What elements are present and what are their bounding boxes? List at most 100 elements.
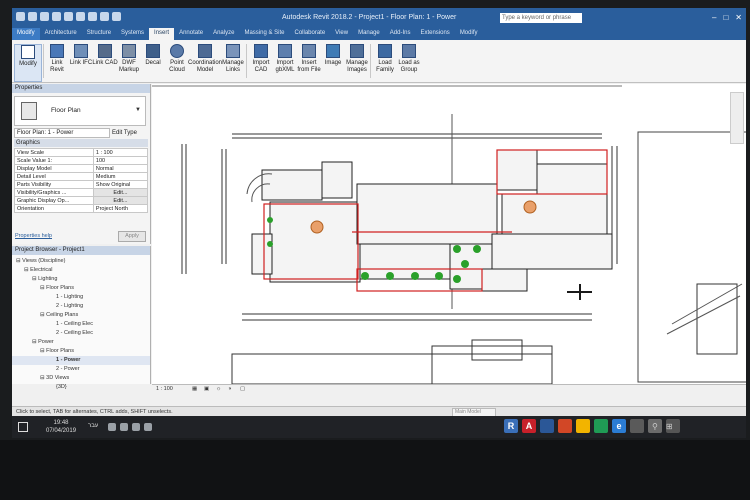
tree-item[interactable]: ⊟ Floor Plans — [12, 347, 150, 356]
tree-item[interactable]: ⊟ Electrical — [12, 266, 150, 275]
import-gbxml-button[interactable]: Import gbXML — [272, 44, 298, 74]
properties-help-link[interactable]: Properties help — [15, 233, 52, 239]
property-name: Parts Visibility — [14, 180, 94, 189]
tab-annotate[interactable]: Annotate — [174, 28, 208, 40]
property-value[interactable]: Normal — [92, 164, 149, 173]
search-icon[interactable]: ⚲ — [652, 422, 658, 431]
modify-button[interactable]: Modify — [14, 44, 42, 82]
manage-links-button[interactable]: Manage Links — [220, 44, 246, 74]
tab-extensions[interactable]: Extensions — [415, 28, 454, 40]
action-center-icon[interactable] — [18, 422, 28, 432]
tree-item[interactable]: ⊟ Power — [12, 338, 150, 347]
app-menu-icon[interactable] — [16, 12, 25, 21]
mail-app-icon[interactable] — [630, 419, 644, 433]
tree-item-active[interactable]: 1 - Power — [12, 356, 150, 365]
tab-structure[interactable]: Structure — [82, 28, 116, 40]
load-family-button[interactable]: Load Family — [372, 44, 398, 74]
text-icon[interactable] — [100, 12, 109, 21]
tree-item[interactable]: ⊟ 3D Views — [12, 374, 150, 383]
insert-from-file-button[interactable]: Insert from File — [296, 44, 322, 74]
tree-item[interactable]: ⊟ Ceiling Plans — [12, 311, 150, 320]
tree-item[interactable]: ⊟ Floor Plans — [12, 284, 150, 293]
drawing-canvas[interactable] — [152, 84, 746, 384]
manage-images-button[interactable]: Manage Images — [344, 44, 370, 74]
chevron-down-icon[interactable]: ▼ — [135, 107, 141, 113]
import-cad-button[interactable]: Import CAD — [248, 44, 274, 74]
volume-icon[interactable] — [108, 423, 116, 431]
tab-massing[interactable]: Massing & Site — [239, 28, 289, 40]
link-ifc-button[interactable]: Link IFC — [68, 44, 94, 67]
tree-item[interactable]: ⊟ Views (Discipline) — [12, 257, 150, 266]
detail-level-icon[interactable]: ▦ — [192, 386, 197, 392]
dwf-markup-button[interactable]: DWF Markup — [116, 44, 142, 74]
minimize-icon[interactable]: – — [712, 13, 716, 22]
graphics-section[interactable]: Graphics — [14, 139, 148, 147]
sun-path-icon[interactable]: ☼ — [216, 386, 221, 392]
powerpoint-app-icon[interactable] — [558, 419, 572, 433]
tab-modify[interactable]: Modify — [12, 28, 40, 40]
shadows-icon[interactable]: ◑ — [228, 386, 231, 392]
view-scale-label[interactable]: 1 : 100 — [156, 386, 173, 392]
property-value[interactable]: 1 : 100 — [92, 148, 149, 157]
tab-systems[interactable]: Systems — [116, 28, 149, 40]
edit-type-button[interactable]: Edit Type — [112, 130, 148, 136]
edge-app-icon[interactable]: e — [612, 419, 626, 433]
3d-view-icon[interactable] — [112, 12, 121, 21]
print-icon[interactable] — [76, 12, 85, 21]
tab-addins[interactable]: Add-Ins — [385, 28, 416, 40]
tree-item[interactable]: 2 - Ceiling Elec — [12, 329, 150, 338]
image-button[interactable]: Image — [320, 44, 346, 67]
load-as-group-button[interactable]: Load as Group — [396, 44, 422, 74]
instance-selector[interactable]: Floor Plan: 1 - Power — [14, 127, 110, 138]
point-cloud-button[interactable]: Point Cloud — [164, 44, 190, 74]
tree-item[interactable]: {3D} — [12, 383, 150, 392]
tree-item[interactable]: ⊟ Lighting — [12, 275, 150, 284]
decal-button[interactable]: Decal — [140, 44, 166, 67]
file-explorer-icon[interactable] — [576, 419, 590, 433]
windows-start-icon[interactable]: ⊞ — [666, 422, 673, 431]
undo-icon[interactable] — [52, 12, 61, 21]
close-icon[interactable]: ✕ — [735, 13, 742, 22]
clock[interactable]: 19:48 07/04/2019 — [46, 419, 76, 435]
tree-item[interactable]: 2 - Lighting — [12, 302, 150, 311]
navigation-bar[interactable] — [730, 92, 744, 144]
tab-insert[interactable]: Insert — [149, 28, 175, 40]
property-value[interactable]: 100 — [92, 156, 149, 165]
measure-icon[interactable] — [88, 12, 97, 21]
type-selector[interactable]: Floor Plan ▼ — [14, 96, 146, 126]
link-revit-button[interactable]: Link Revit — [44, 44, 70, 74]
link-cad-button[interactable]: Link CAD — [92, 44, 118, 67]
save-icon[interactable] — [40, 12, 49, 21]
tab-architecture[interactable]: Architecture — [40, 28, 82, 40]
revit-app-icon[interactable]: R — [504, 419, 518, 433]
graphic-display-edit-button[interactable]: Edit... — [92, 196, 149, 205]
tab-analyze[interactable]: Analyze — [208, 28, 239, 40]
tree-item[interactable]: 1 - Lighting — [12, 293, 150, 302]
tray-arrow-icon[interactable] — [144, 423, 152, 431]
power-icon[interactable] — [132, 423, 140, 431]
visual-style-icon[interactable]: ▣ — [204, 386, 209, 392]
word-app-icon[interactable] — [540, 419, 554, 433]
visibility-edit-button[interactable]: Edit... — [92, 188, 149, 197]
tree-item[interactable]: 2 - Power — [12, 365, 150, 374]
network-icon[interactable] — [120, 423, 128, 431]
property-value[interactable]: Medium — [92, 172, 149, 181]
chrome-app-icon[interactable] — [594, 419, 608, 433]
redo-icon[interactable] — [64, 12, 73, 21]
apply-button[interactable]: Apply — [118, 231, 146, 242]
tab-manage[interactable]: Manage — [353, 28, 385, 40]
open-icon[interactable] — [28, 12, 37, 21]
coordination-model-button[interactable]: Coordination Model — [188, 44, 222, 74]
tree-item[interactable]: 1 - Ceiling Elec — [12, 320, 150, 329]
autocad-app-icon[interactable]: A — [522, 419, 536, 433]
tab-view[interactable]: View — [330, 28, 353, 40]
property-value[interactable]: Project North — [92, 204, 149, 213]
search-input[interactable]: Type a keyword or phrase — [500, 13, 582, 23]
crop-region-icon[interactable]: ▢ — [240, 386, 245, 392]
button-label: Insert from File — [297, 60, 321, 73]
tab-modify-context[interactable]: Modify — [455, 28, 483, 40]
language-indicator[interactable]: עבר — [88, 423, 98, 429]
tab-collaborate[interactable]: Collaborate — [289, 28, 330, 40]
property-value[interactable]: Show Original — [92, 180, 149, 189]
maximize-icon[interactable]: □ — [723, 13, 728, 22]
